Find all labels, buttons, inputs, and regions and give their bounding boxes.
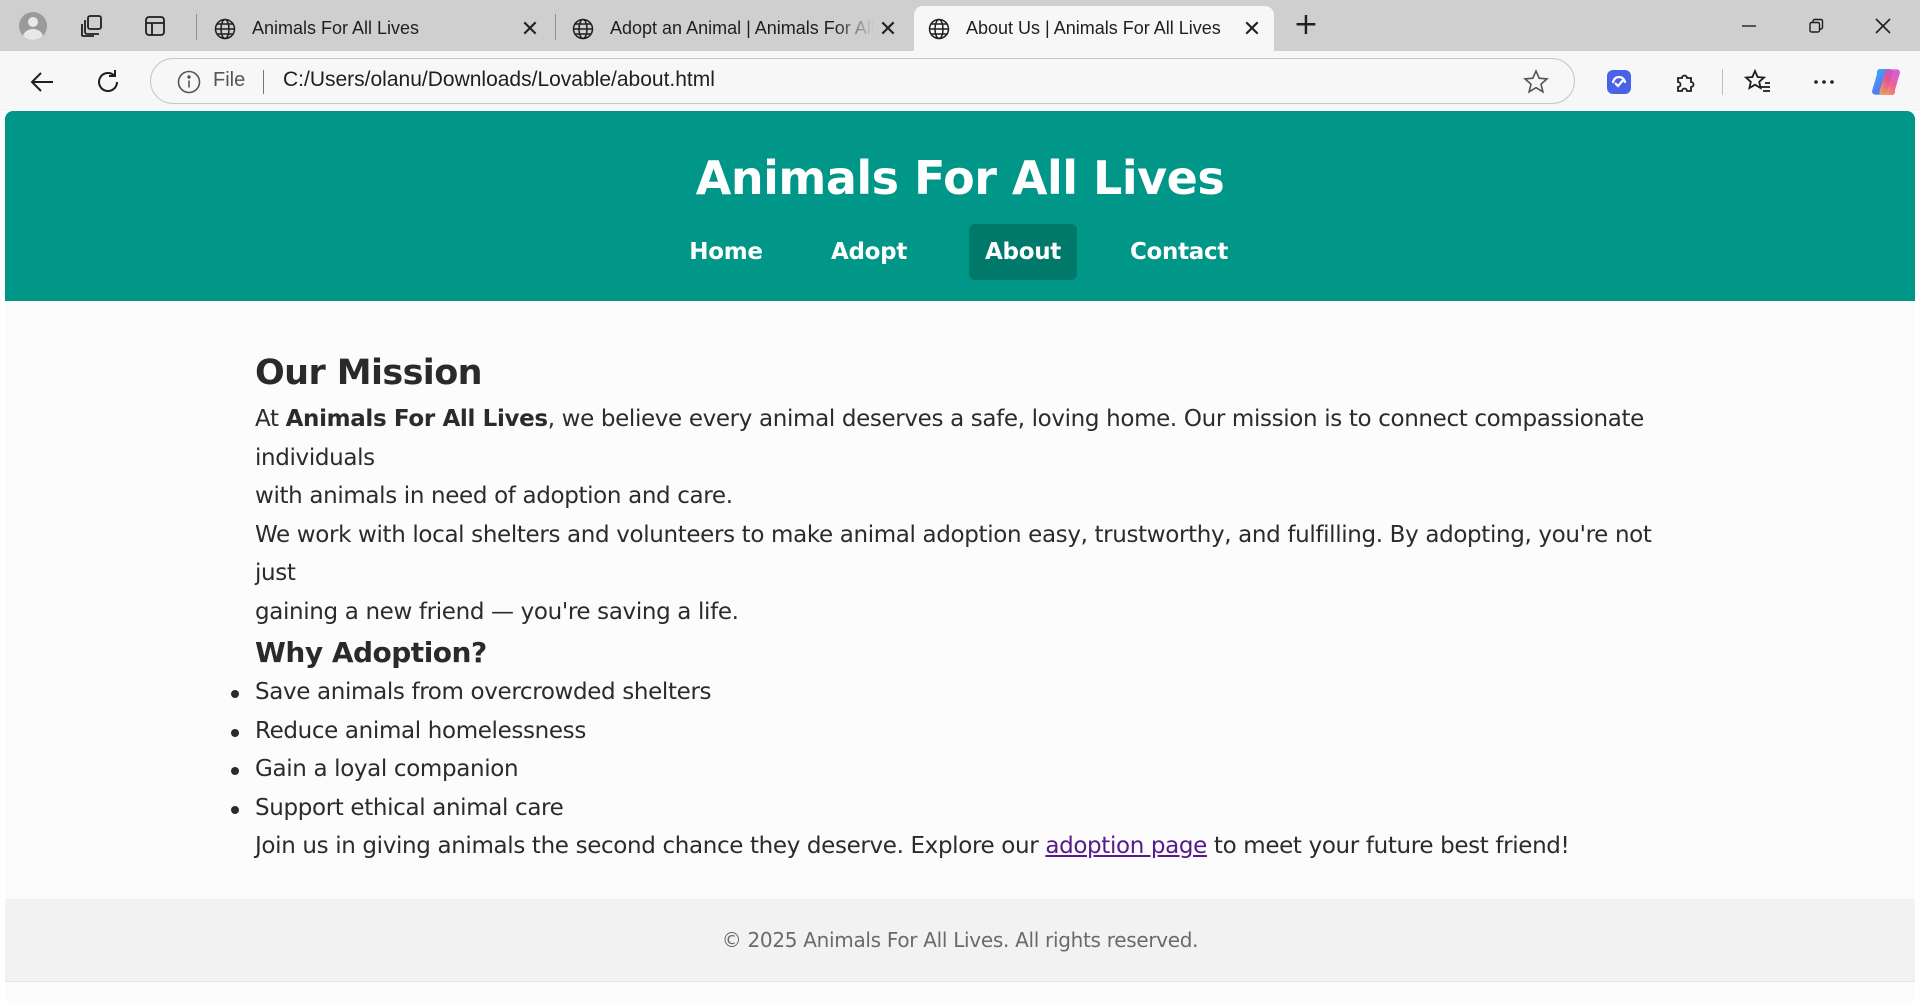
tab-strip: Animals For All Lives ✕ Adopt an Animal … <box>0 0 1920 51</box>
list-item: Support ethical animal care <box>231 789 1675 828</box>
scheme-label: File <box>213 69 246 91</box>
favorite-star-icon[interactable] <box>1522 68 1550 96</box>
tab-separator <box>555 14 556 40</box>
close-icon[interactable]: ✕ <box>1238 15 1266 43</box>
shelters-text-line1: We work with local shelters and voluntee… <box>255 521 1652 587</box>
address-separator <box>263 70 264 94</box>
page-viewport: Animals For All Lives Home Adopt About C… <box>5 111 1915 1003</box>
refresh-icon[interactable] <box>88 62 128 102</box>
mission-paragraph: At Animals For All Lives, we believe eve… <box>255 400 1675 516</box>
tab-separator <box>196 14 197 40</box>
nav-home-link[interactable]: Home <box>676 224 776 280</box>
url-text[interactable]: C:/Users/olanu/Downloads/Lovable/about.h… <box>283 68 715 92</box>
reasons-list: Save animals from overcrowded shelters R… <box>231 673 1675 828</box>
why-adoption-heading: Why Adoption? <box>255 636 487 669</box>
profile-avatar-icon[interactable] <box>15 8 51 44</box>
close-icon[interactable]: ✕ <box>516 15 544 43</box>
workspaces-icon[interactable] <box>74 8 110 44</box>
address-bar[interactable]: File C:/Users/olanu/Downloads/Lovable/ab… <box>150 58 1575 104</box>
minimize-icon[interactable] <box>1716 0 1782 51</box>
closing-text-end: to meet your future best friend! <box>1206 833 1570 859</box>
copyright-text: © 2025 Animals For All Lives. All rights… <box>721 928 1199 952</box>
shelters-paragraph: We work with local shelters and voluntee… <box>255 516 1675 632</box>
restore-icon[interactable] <box>1783 0 1849 51</box>
close-icon[interactable]: ✕ <box>874 15 902 43</box>
copilot-icon[interactable] <box>1868 64 1904 100</box>
site-footer: © 2025 Animals For All Lives. All rights… <box>5 899 1915 981</box>
tab-about[interactable]: About Us | Animals For All Lives ✕ <box>914 6 1274 51</box>
nav-about-link[interactable]: About <box>969 224 1077 280</box>
tab-title: Animals For All Lives <box>252 18 420 38</box>
mission-intro-text: At <box>255 406 286 432</box>
shelters-text-line2: gaining a new friend — you're saving a l… <box>255 598 739 625</box>
extensions-icon[interactable] <box>1668 64 1704 100</box>
list-item: Reduce animal homelessness <box>231 712 1675 751</box>
mission-heading: Our Mission <box>255 353 483 393</box>
site-title: Animals For All Lives <box>695 151 1225 205</box>
browser-essentials-icon[interactable] <box>1601 64 1637 100</box>
tab-home[interactable]: Animals For All Lives ✕ <box>200 6 552 51</box>
globe-icon <box>928 18 950 39</box>
tab-title: Adopt an Animal | Animals For All <box>610 18 874 38</box>
adoption-page-link[interactable]: adoption page <box>1045 833 1207 859</box>
list-item: Gain a loyal companion <box>231 750 1675 789</box>
toolbar-separator <box>1722 69 1723 95</box>
brand-name: Animals For All Lives <box>285 406 548 432</box>
vertical-tabs-icon[interactable] <box>137 8 173 44</box>
globe-icon <box>214 18 236 39</box>
closing-text: Join us in giving animals the second cha… <box>255 833 1046 859</box>
back-arrow-icon[interactable] <box>22 62 62 102</box>
list-item: Save animals from overcrowded shelters <box>231 673 1675 712</box>
mission-text-line2: with animals in need of adoption and car… <box>255 483 733 509</box>
main-content: Our Mission At Animals For All Lives, we… <box>231 351 1675 866</box>
page-bottom-strip <box>5 981 1915 1003</box>
more-icon[interactable] <box>1806 64 1842 100</box>
nav-contact-link[interactable]: Contact <box>1118 224 1240 280</box>
close-window-icon[interactable] <box>1850 0 1916 51</box>
nav-adopt-link[interactable]: Adopt <box>819 224 919 280</box>
tab-adopt[interactable]: Adopt an Animal | Animals For All ✕ <box>558 6 910 51</box>
closing-paragraph: Join us in giving animals the second cha… <box>255 827 1675 866</box>
favorites-icon[interactable] <box>1740 64 1776 100</box>
main-nav: Home Adopt About Contact <box>5 224 1915 280</box>
tab-title: About Us | Animals For All Lives <box>966 18 1221 38</box>
globe-icon <box>572 18 594 39</box>
info-icon[interactable] <box>177 70 201 94</box>
new-tab-button[interactable]: + <box>1288 8 1324 44</box>
site-header: Animals For All Lives Home Adopt About C… <box>5 111 1915 301</box>
toolbar: File C:/Users/olanu/Downloads/Lovable/ab… <box>0 51 1920 111</box>
